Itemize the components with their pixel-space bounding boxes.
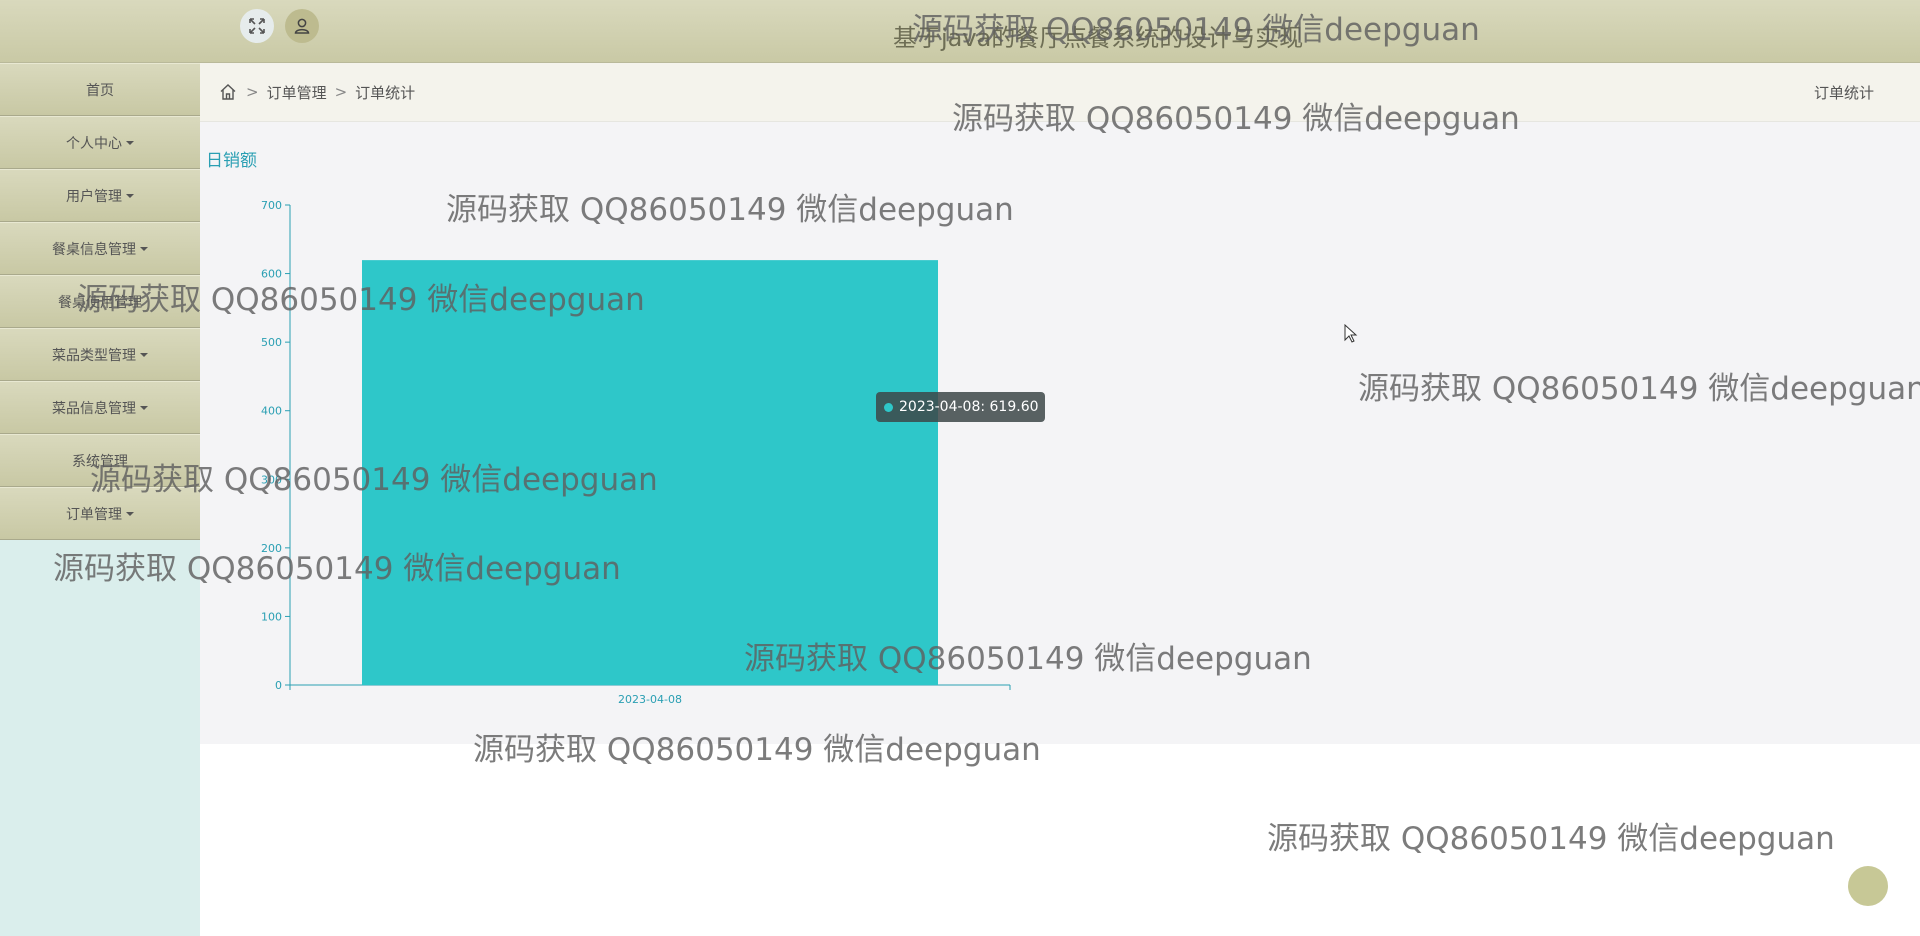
- sales-bar-chart: 0 100 200 300 400 500 600 700 2023-04-08: [261, 199, 1011, 706]
- fullscreen-button[interactable]: [240, 9, 274, 43]
- y-tick-label: 700: [261, 199, 282, 212]
- caret-down-icon: [126, 511, 134, 516]
- bar-2023-04-08: [362, 260, 938, 685]
- y-tick-label: 600: [261, 268, 282, 281]
- breadcrumb-separator: >: [334, 83, 348, 101]
- watermark-text: 源码获取 QQ86050149 微信deepguan: [1267, 821, 1835, 857]
- sidebar-item-orders[interactable]: 订单管理: [0, 487, 200, 540]
- breadcrumb-item-orders[interactable]: 订单管理: [267, 82, 327, 103]
- floating-action-button[interactable]: [1848, 866, 1888, 906]
- caret-down-icon: [140, 352, 148, 357]
- sidebar-item-label: 餐桌使用管理: [58, 294, 142, 311]
- main-content: 日销额 0 100 200 300 400 500 600 700 2023-04-08: [200, 122, 1920, 744]
- user-icon: [294, 18, 310, 34]
- sidebar-item-dish-type[interactable]: 菜品类型管理: [0, 328, 200, 381]
- y-tick-label: 0: [275, 679, 282, 692]
- sidebar-item-user-management[interactable]: 用户管理: [0, 169, 200, 222]
- y-tick-label: 200: [261, 542, 282, 555]
- site-title: 基于java的餐厅点餐系统的设计与实现: [893, 24, 1304, 52]
- fullscreen-icon: [249, 18, 265, 34]
- caret-down-icon: [126, 140, 134, 145]
- mouse-cursor-icon: [1344, 323, 1358, 348]
- series-dot-icon: [884, 402, 893, 412]
- home-icon[interactable]: [218, 82, 238, 102]
- y-tick-label: 400: [261, 405, 282, 418]
- sidebar-item-label: 用户管理: [66, 188, 122, 205]
- sidebar-item-table-info[interactable]: 餐桌信息管理: [0, 222, 200, 275]
- caret-down-icon: [140, 405, 148, 410]
- breadcrumb-separator: >: [246, 83, 259, 101]
- caret-down-icon: [140, 246, 148, 251]
- x-tick-label: 2023-04-08: [618, 693, 682, 706]
- breadcrumb-item-order-stats: 订单统计: [355, 83, 416, 102]
- sidebar-item-label: 首页: [86, 82, 114, 99]
- sidebar-item-home[interactable]: 首页: [0, 63, 200, 116]
- sidebar-item-label: 菜品类型管理: [52, 347, 136, 364]
- sidebar-item-label: 系统管理: [72, 453, 128, 470]
- tooltip-text: 2023-04-08: 619.60: [899, 399, 1039, 415]
- sidebar-item-dish-info[interactable]: 菜品信息管理: [0, 381, 200, 434]
- y-tick-label: 100: [261, 610, 282, 623]
- page-title: 订单统计: [1813, 83, 1874, 102]
- y-tick-label: 500: [261, 336, 282, 349]
- user-button[interactable]: [285, 9, 319, 43]
- sidebar-item-system[interactable]: 系统管理: [0, 434, 200, 487]
- breadcrumb: > 订单管理 > 订单统计 订单统计: [200, 63, 1920, 122]
- y-tick-label: 300: [261, 473, 282, 486]
- sidebar-item-label: 餐桌信息管理: [52, 241, 136, 258]
- chart-tooltip: 2023-04-08: 619.60: [876, 392, 1045, 422]
- sidebar-item-label: 菜品信息管理: [52, 400, 136, 417]
- sidebar-item-label: 订单管理: [66, 506, 122, 523]
- sidebar: 首页 个人中心 用户管理 餐桌信息管理 餐桌使用管理 菜品类型管理 菜品信息管理…: [0, 63, 200, 936]
- sidebar-item-label: 个人中心: [66, 135, 122, 152]
- caret-down-icon: [126, 193, 134, 198]
- sidebar-item-personal-center[interactable]: 个人中心: [0, 116, 200, 169]
- sidebar-item-table-usage[interactable]: 餐桌使用管理: [0, 275, 200, 328]
- top-header: 基于java的餐厅点餐系统的设计与实现: [0, 0, 1920, 63]
